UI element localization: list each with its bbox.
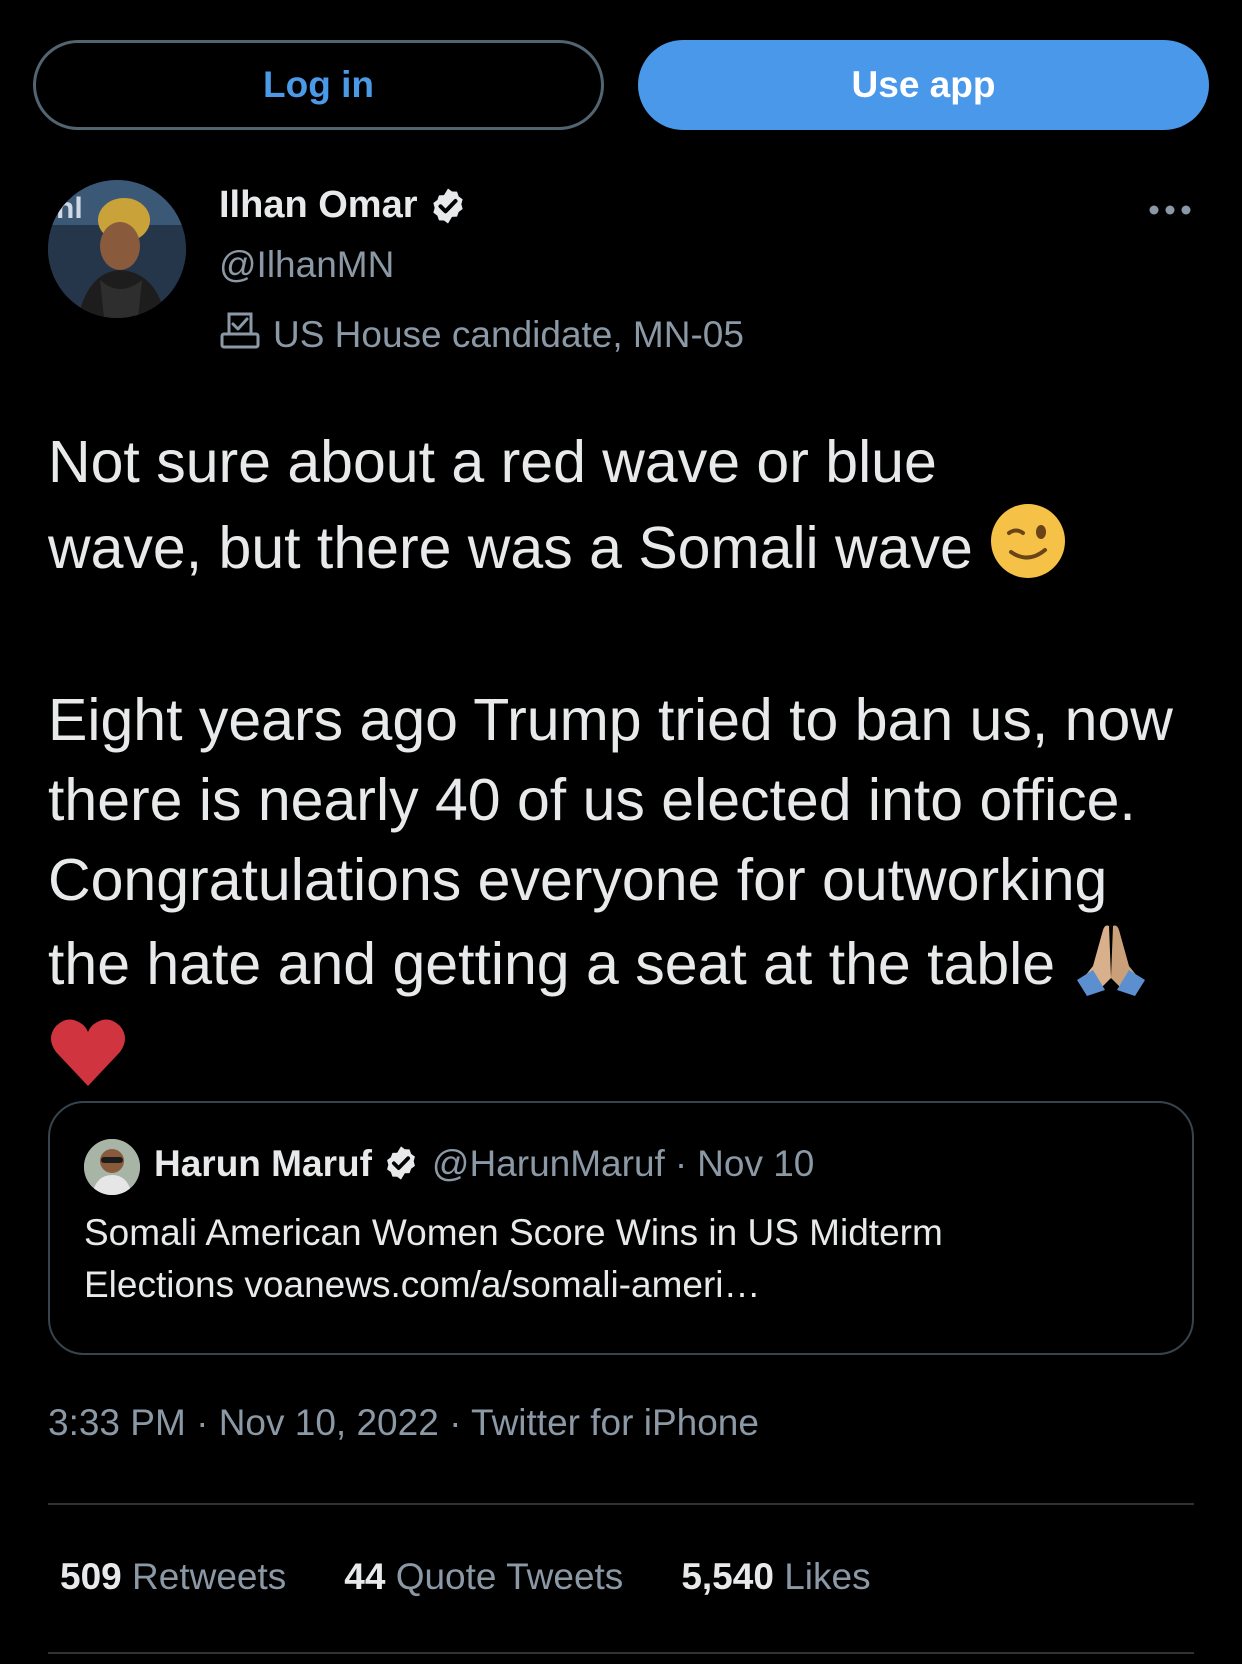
quoted-author-handle[interactable]: @HarunMaruf — [432, 1143, 665, 1185]
divider — [48, 1503, 1194, 1505]
meta-separator: · — [449, 1402, 462, 1443]
tweet-line-1b-wrap: wave, but there was a Somali wave — [48, 502, 1198, 600]
quoted-author-name[interactable]: Harun Maruf — [154, 1143, 372, 1185]
affiliation-text: US House candidate, MN-05 — [273, 313, 744, 355]
tweet-paragraph-2: Eight years ago Trump tried to ban us, n… — [48, 687, 1173, 997]
ballot-box-icon — [219, 310, 261, 359]
divider — [48, 1652, 1194, 1654]
author-name[interactable]: Ilhan Omar — [219, 184, 468, 227]
quote-tweets-label: Quote Tweets — [395, 1556, 624, 1597]
use-app-button[interactable]: Use app — [638, 40, 1209, 130]
tweet-time[interactable]: 3:33 PM — [48, 1402, 186, 1443]
affiliation-label: US House candidate, MN-05 — [219, 310, 744, 359]
quoted-text-line-2-wrap: Elections voanews.com/a/somali-ameri… — [84, 1259, 1154, 1311]
likes-count: 5,540 — [681, 1556, 774, 1597]
red-heart-icon — [48, 1016, 128, 1108]
verified-badge-icon — [382, 1144, 422, 1184]
quoted-separator: · — [674, 1143, 688, 1184]
tweet-paragraph-2-wrap: Eight years ago Trump tried to ban us, n… — [48, 680, 1198, 1108]
top-bar: Log in Use app — [0, 0, 1242, 170]
quoted-link[interactable]: voanews.com/a/somali-ameri… — [244, 1264, 760, 1305]
author-avatar[interactable]: nl — [48, 180, 186, 318]
quoted-author-avatar[interactable] — [84, 1139, 140, 1195]
tweet-line-1b: wave, but there was a Somali wave — [48, 515, 973, 581]
quoted-tweet-card[interactable]: Harun Maruf @HarunMaruf · Nov 10 Somali … — [48, 1101, 1194, 1355]
quoted-text-line-2: Elections — [84, 1264, 235, 1305]
quote-tweets-count: 44 — [344, 1556, 386, 1597]
tweet-meta: 3:33 PM · Nov 10, 2022 · Twitter for iPh… — [48, 1402, 759, 1444]
quoted-text-line-1: Somali American Women Score Wins in US M… — [84, 1212, 943, 1253]
svg-text:nl: nl — [56, 192, 83, 225]
retweets-label: Retweets — [132, 1556, 287, 1597]
retweets-stat[interactable]: 509 Retweets — [60, 1556, 286, 1598]
engagement-stats: 509 Retweets 44 Quote Tweets 5,540 Likes — [60, 1556, 871, 1598]
retweets-count: 509 — [60, 1556, 122, 1597]
quote-tweets-stat[interactable]: 44 Quote Tweets — [344, 1556, 623, 1598]
tweet-source[interactable]: Twitter for iPhone — [471, 1402, 759, 1443]
likes-stat[interactable]: 5,540 Likes — [681, 1556, 870, 1598]
meta-separator: · — [196, 1402, 209, 1443]
more-icon[interactable] — [1146, 190, 1194, 230]
likes-label: Likes — [784, 1556, 871, 1597]
login-button[interactable]: Log in — [33, 40, 604, 130]
folded-hands-icon — [1071, 920, 1151, 1016]
tweet-line-1a: Not sure about a red wave or blue — [48, 429, 937, 495]
quoted-header: Harun Maruf @HarunMaruf · Nov 10 — [154, 1143, 814, 1185]
quoted-date[interactable]: Nov 10 — [697, 1143, 814, 1185]
tweet-body: Not sure about a red wave or blue wave, … — [48, 422, 1198, 1108]
winking-face-icon — [989, 502, 1067, 600]
author-handle[interactable]: @IlhanMN — [219, 244, 394, 286]
verified-badge-icon — [428, 186, 468, 226]
author-name-text[interactable]: Ilhan Omar — [219, 184, 418, 227]
quoted-text: Somali American Women Score Wins in US M… — [84, 1207, 1154, 1311]
tweet-date[interactable]: Nov 10, 2022 — [219, 1402, 439, 1443]
